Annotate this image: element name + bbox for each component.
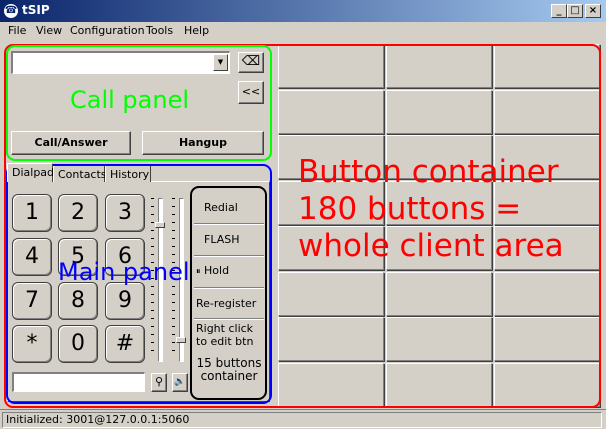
dropdown-arrow-icon[interactable]: ▼ (213, 54, 228, 71)
separator (194, 255, 264, 257)
container-button-slot[interactable] (278, 226, 384, 270)
container-info-button[interactable]: 15 buttons container (194, 357, 264, 387)
tab-dialpad[interactable]: Dialpad (7, 163, 55, 182)
phone-app-icon[interactable]: ☎ (4, 4, 18, 18)
window-title: tSIP (22, 3, 50, 17)
close-button[interactable]: × (585, 4, 601, 18)
dial-key-8[interactable]: 8 (58, 282, 98, 320)
backspace-button[interactable]: ⌫ (238, 52, 264, 73)
reregister-button[interactable]: Re-register (194, 297, 264, 313)
container-button-slot[interactable] (278, 135, 384, 179)
container-button-slot[interactable] (386, 363, 492, 407)
container-button-slot[interactable] (494, 135, 600, 179)
separator (194, 287, 264, 289)
dial-key-star[interactable]: * (12, 325, 52, 363)
dial-key-5[interactable]: 5 (58, 238, 98, 276)
container-button-slot[interactable] (494, 272, 600, 316)
container-button-slot[interactable] (494, 44, 600, 88)
title-bar[interactable]: ☎ tSIP _ □ × (0, 0, 606, 22)
container-button-slot[interactable] (278, 90, 384, 134)
redial-last-button[interactable]: << (238, 81, 264, 104)
hold-button[interactable]: ⏸ Hold (194, 264, 264, 280)
hold-label: Hold (204, 264, 230, 277)
container-button-slot[interactable] (386, 181, 492, 225)
redial-button[interactable]: Redial (194, 201, 264, 217)
container-button-slot[interactable] (386, 226, 492, 270)
container-button-slot[interactable] (278, 181, 384, 225)
slider-thumb[interactable] (155, 222, 165, 228)
slider-ticks (151, 198, 154, 358)
container-button-slot[interactable] (494, 363, 600, 407)
container-button-slot[interactable] (386, 90, 492, 134)
tab-history-label: History (110, 168, 150, 181)
container-button-slot[interactable] (494, 226, 600, 270)
speaker-button[interactable]: 🔈 (172, 373, 188, 392)
container-button-slot[interactable] (494, 181, 600, 225)
container-button-slot[interactable] (386, 272, 492, 316)
minimize-button[interactable]: _ (551, 4, 567, 18)
container-button-slot[interactable] (278, 317, 384, 361)
container-button-slot[interactable] (278, 272, 384, 316)
slider-ticks (172, 198, 175, 358)
container-button-slot[interactable] (494, 90, 600, 134)
call-panel-annotation: Call panel (70, 86, 190, 114)
dial-key-0[interactable]: 0 (58, 325, 98, 363)
dial-key-2[interactable]: 2 (58, 194, 98, 232)
dial-key-4[interactable]: 4 (12, 238, 52, 276)
menu-bar: File View Configuration Tools Help (0, 22, 606, 40)
flash-button[interactable]: FLASH (194, 233, 264, 249)
editable-button[interactable]: Right click to edit btn (194, 322, 258, 350)
menu-tools[interactable]: Tools (146, 24, 173, 37)
tab-contacts-label: Contacts (58, 168, 107, 181)
search-icon: ⚲ (154, 375, 164, 388)
dial-key-7[interactable]: 7 (12, 282, 52, 320)
container-button-slot[interactable] (386, 44, 492, 88)
container-button-slot[interactable] (278, 44, 384, 88)
backspace-icon: ⌫ (241, 54, 261, 69)
dialpad-text-field[interactable] (12, 372, 145, 392)
status-text: Initialized: 3001@127.0.0.1:5060 (2, 412, 602, 428)
dial-key-3[interactable]: 3 (105, 194, 145, 232)
search-button[interactable]: ⚲ (151, 373, 167, 392)
dial-key-6[interactable]: 6 (105, 238, 145, 276)
tab-history[interactable]: History (105, 165, 151, 182)
dial-key-hash[interactable]: # (105, 325, 145, 363)
container-button-slot[interactable] (386, 317, 492, 361)
slider-thumb[interactable] (176, 337, 186, 343)
menu-help[interactable]: Help (184, 24, 209, 37)
menu-view[interactable]: View (36, 24, 62, 37)
status-bar: Initialized: 3001@127.0.0.1:5060 (0, 409, 606, 429)
menu-file[interactable]: File (8, 24, 26, 37)
speaker-icon: 🔈 (174, 377, 186, 387)
tab-contacts[interactable]: Contacts (53, 165, 107, 182)
menu-configuration[interactable]: Configuration (70, 24, 145, 37)
container-button-slot[interactable] (278, 363, 384, 407)
separator (194, 318, 264, 320)
hangup-button[interactable]: Hangup (142, 131, 264, 155)
number-combobox[interactable]: ▼ (11, 51, 230, 74)
dial-key-9[interactable]: 9 (105, 282, 145, 320)
tab-dialpad-label: Dialpad (12, 166, 55, 179)
separator (194, 223, 264, 225)
maximize-button[interactable]: □ (567, 4, 583, 18)
hold-icon: ⏸ (196, 267, 201, 277)
container-button-slot[interactable] (494, 317, 600, 361)
dial-key-1[interactable]: 1 (12, 194, 52, 232)
call-answer-button[interactable]: Call/Answer (11, 131, 131, 155)
container-button-slot[interactable] (386, 135, 492, 179)
